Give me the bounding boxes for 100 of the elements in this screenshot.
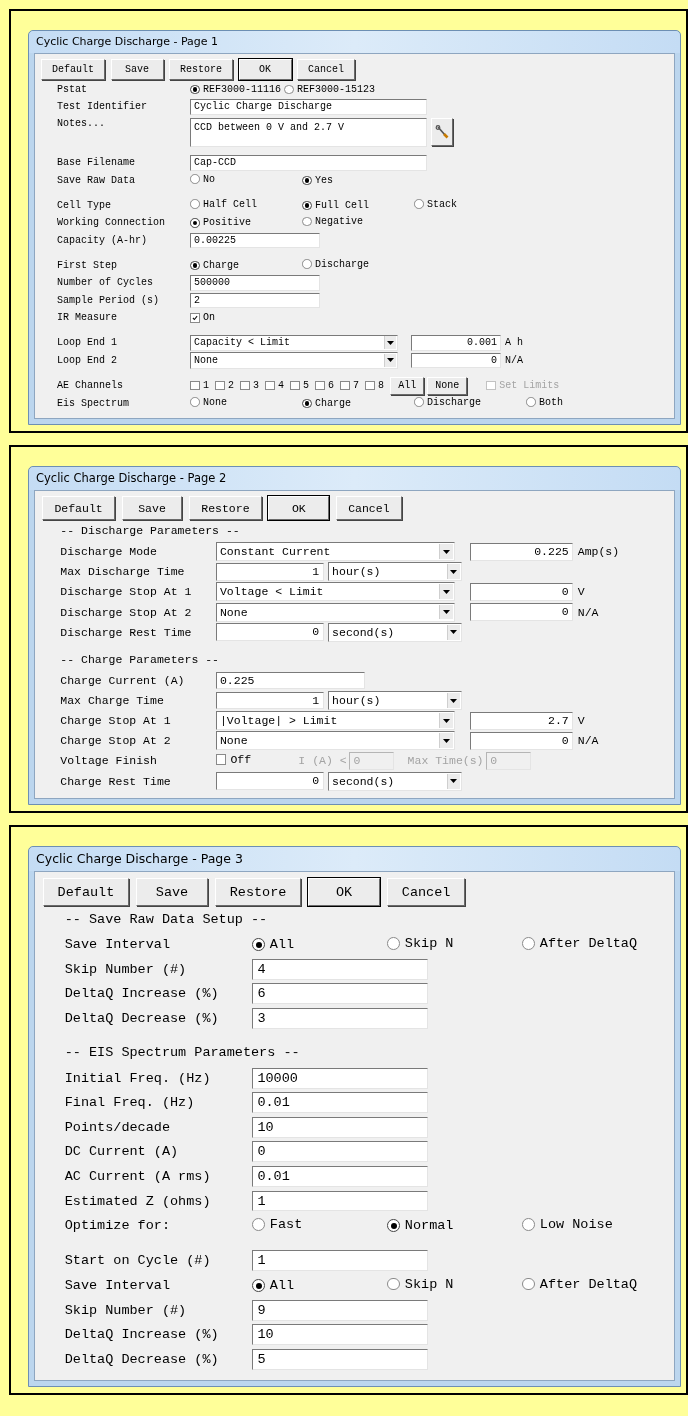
radio-button[interactable]: Positive <box>190 217 251 229</box>
radio-button[interactable]: Both <box>526 396 563 408</box>
field-label: Test Identifier <box>57 101 148 113</box>
text-field[interactable]: 0.01 <box>252 1166 428 1187</box>
text-field[interactable]: 10 <box>252 1324 428 1346</box>
dialog-button[interactable]: Default <box>43 878 129 907</box>
radio-button[interactable]: Discharge <box>414 396 481 408</box>
dropdown[interactable]: hour(s) <box>327 562 463 582</box>
dropdown[interactable]: None <box>215 602 455 622</box>
radio-button[interactable]: REF3000-15123 <box>284 83 376 95</box>
radio-button[interactable]: Normal <box>387 1218 454 1234</box>
field-label: Discharge Mode <box>60 545 158 559</box>
dialog-button[interactable]: OK <box>238 58 292 80</box>
dialog-button[interactable]: Save <box>110 58 164 80</box>
text-field[interactable]: Cyclic Charge Discharge <box>190 99 427 115</box>
radio-button[interactable]: Yes <box>302 174 333 186</box>
small-button[interactable]: All <box>390 376 425 395</box>
text-field[interactable]: 0 <box>469 603 574 621</box>
radio-button[interactable]: Low Noise <box>522 1216 613 1232</box>
text-field[interactable]: 2 <box>190 292 320 308</box>
dropdown[interactable]: Capacity < Limit <box>190 334 398 351</box>
dialog-button[interactable]: Default <box>41 58 105 80</box>
radio-button[interactable]: Skip N <box>387 1276 454 1292</box>
radio-button[interactable]: All <box>252 937 295 953</box>
text-field[interactable]: 6 <box>252 983 428 1005</box>
field-label: I (A) < <box>298 754 347 768</box>
text-field[interactable]: 1 <box>252 1250 428 1272</box>
radio-button[interactable]: All <box>252 1278 295 1294</box>
radio-button[interactable]: Full Cell <box>302 199 369 211</box>
text-field[interactable]: 0.225 <box>469 542 574 561</box>
dropdown[interactable]: second(s) <box>327 622 463 642</box>
small-button[interactable]: None <box>427 376 468 395</box>
dialog-button[interactable]: Cancel <box>335 496 403 521</box>
dialog-button[interactable]: Default <box>41 496 116 521</box>
dropdown[interactable]: Voltage < Limit <box>215 582 455 602</box>
text-field[interactable]: 2.7 <box>469 711 574 730</box>
dropdown[interactable]: second(s) <box>327 771 463 791</box>
radio-button[interactable]: After DeltaQ <box>522 1276 638 1292</box>
dialog-button[interactable]: Restore <box>215 878 301 907</box>
field-label: Cell Type <box>57 199 112 211</box>
dialog-button[interactable]: Cancel <box>297 58 356 80</box>
text-field[interactable]: 500000 <box>190 275 320 291</box>
checkbox: Set Limits <box>486 380 560 391</box>
caret-icon <box>387 340 394 345</box>
radio-button[interactable]: Fast <box>252 1216 303 1232</box>
unit-label: V <box>577 585 585 599</box>
dropdown[interactable]: Constant Current <box>215 542 455 562</box>
dropdown[interactable]: hour(s) <box>327 691 463 711</box>
text-field[interactable]: 1 <box>252 1190 428 1212</box>
dialog-button[interactable]: OK <box>268 496 330 521</box>
unit-label: Amp(s) <box>577 545 620 559</box>
radio-button[interactable]: No <box>190 173 215 185</box>
text-field[interactable]: 9 <box>252 1299 428 1321</box>
dialog-button[interactable]: OK <box>308 878 380 907</box>
radio-button[interactable]: Negative <box>302 216 363 228</box>
text-field[interactable]: 0.00225 <box>190 232 320 248</box>
text-field[interactable]: 1 <box>215 691 324 710</box>
field-label: Max Charge Time <box>60 694 165 708</box>
text-field[interactable]: 0.01 <box>252 1092 428 1114</box>
caret-icon <box>442 549 450 554</box>
radio-button[interactable]: Charge <box>302 397 351 409</box>
checkbox[interactable]: Off <box>215 753 252 767</box>
text-field[interactable]: 0 <box>215 772 324 790</box>
text-field[interactable]: 4 <box>252 958 428 980</box>
text-field[interactable]: 0 <box>215 623 324 642</box>
text-field[interactable]: 0.001 <box>411 335 501 351</box>
radio-button[interactable]: After DeltaQ <box>522 935 638 951</box>
text-field[interactable]: 5 <box>252 1348 428 1370</box>
dropdown[interactable]: None <box>215 731 455 751</box>
text-field[interactable]: 1 <box>215 562 324 581</box>
notes-button[interactable] <box>431 117 453 146</box>
text-field[interactable]: 0 <box>252 1141 428 1163</box>
radio-button[interactable]: Skip N <box>387 935 454 951</box>
checkbox[interactable]: On <box>190 312 215 324</box>
radio-button[interactable]: Charge <box>190 259 239 271</box>
radio-button[interactable]: Discharge <box>302 258 369 270</box>
text-field[interactable]: 0 <box>469 583 574 601</box>
field-label: Eis Spectrum <box>57 397 130 409</box>
text-field[interactable]: CCD between 0 V and 2.7 V <box>190 117 427 147</box>
field-label: Working Connection <box>57 217 167 229</box>
radio-button[interactable]: Stack <box>414 198 457 210</box>
caret-icon <box>442 610 450 614</box>
dialog-button[interactable]: Cancel <box>387 878 465 907</box>
radio-button[interactable]: Half Cell <box>190 198 257 210</box>
dialog-button[interactable]: Save <box>136 878 208 907</box>
field-label: IR Measure <box>57 312 118 324</box>
dialog-button[interactable]: Restore <box>169 58 234 80</box>
text-field[interactable]: 0 <box>469 731 574 750</box>
dialog-button[interactable]: Save <box>121 496 183 521</box>
radio-button[interactable]: REF3000-11116 <box>190 83 281 95</box>
dialog-button[interactable]: Restore <box>188 496 263 521</box>
text-field[interactable]: 10 <box>252 1116 428 1138</box>
dropdown[interactable]: None <box>190 352 398 369</box>
text-field[interactable]: Cap-CCD <box>190 155 427 171</box>
text-field[interactable]: 10000 <box>252 1067 428 1089</box>
text-field[interactable]: 3 <box>252 1007 428 1029</box>
text-field[interactable]: 0.225 <box>215 671 366 690</box>
radio-button[interactable]: None <box>190 396 227 408</box>
dropdown[interactable]: |Voltage| > Limit <box>215 711 455 731</box>
text-field[interactable]: 0 <box>411 352 501 368</box>
